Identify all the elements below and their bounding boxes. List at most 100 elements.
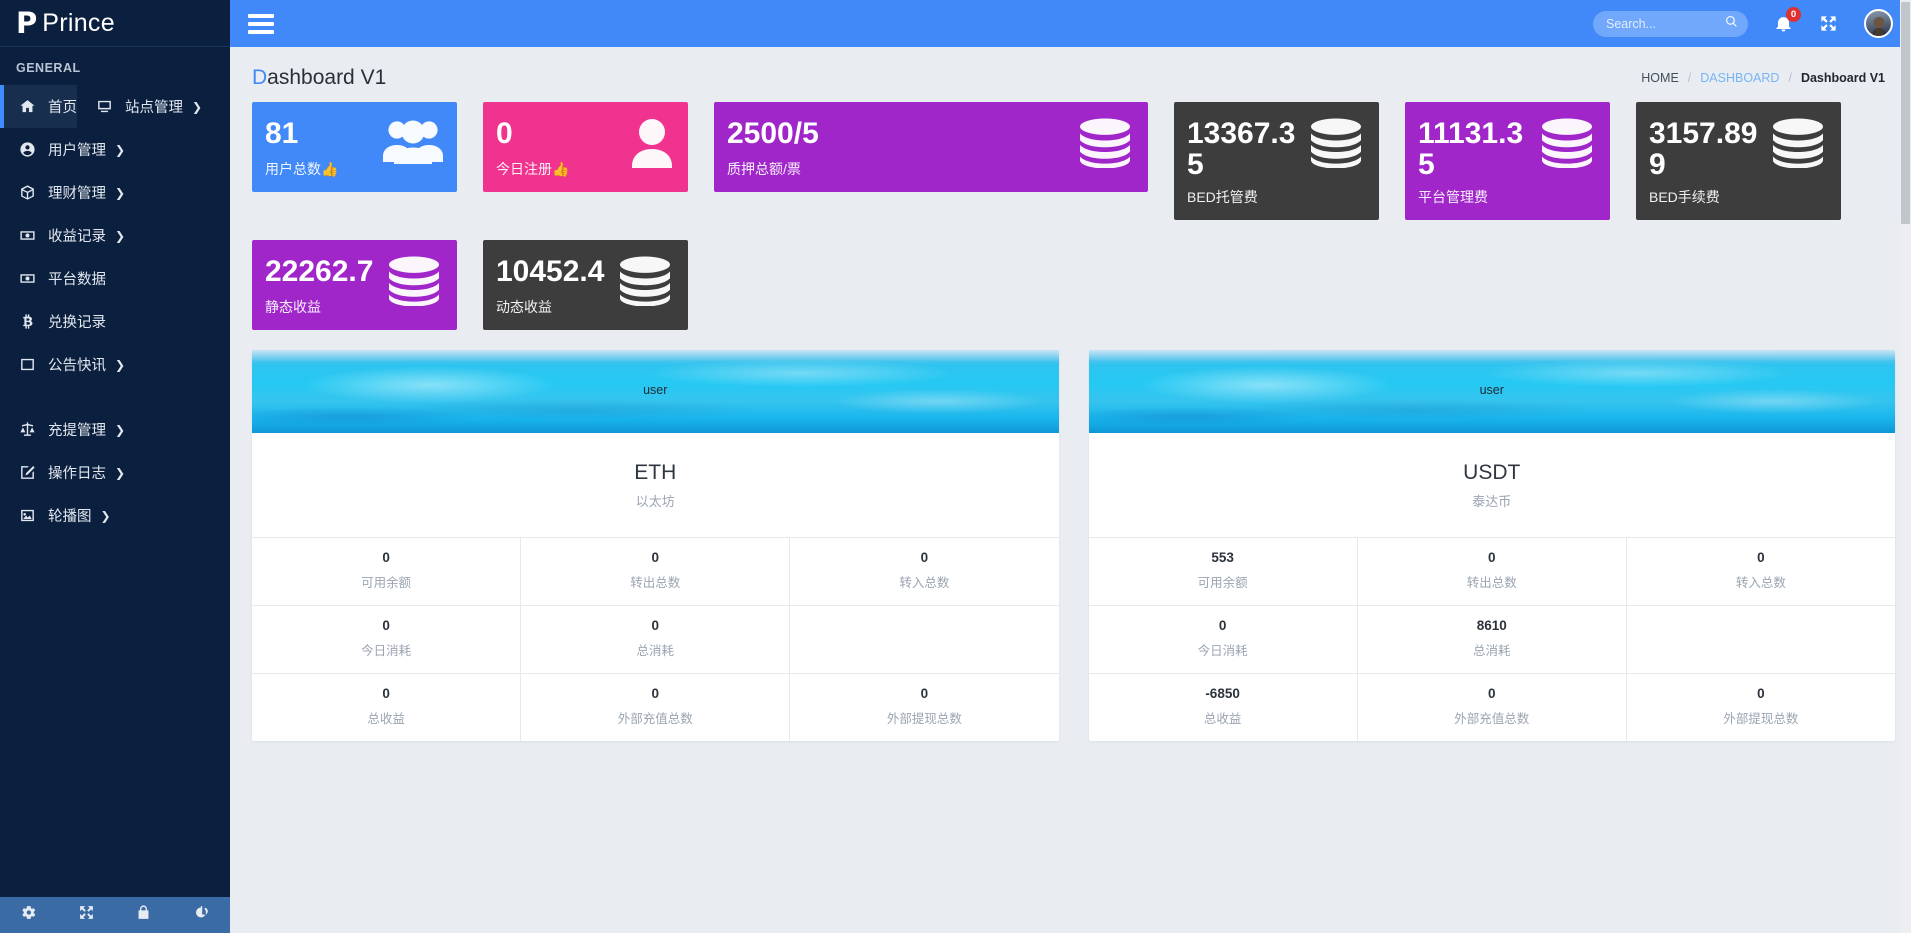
database-icon xyxy=(1538,118,1596,173)
stat-card-2[interactable]: 2500/5 质押总额/票 xyxy=(714,102,1148,192)
panel-banner-image: user xyxy=(252,349,1059,433)
stat-row-2: -6850 总收益 0 外部充值总数 0 外部提现总数 xyxy=(1088,672,1895,741)
stat-cell-value: 0 xyxy=(382,685,390,701)
page-scrollbar[interactable] xyxy=(1900,0,1911,933)
database-icon xyxy=(1769,118,1827,173)
sidebar-item-5[interactable]: 平台数据 xyxy=(0,257,230,300)
sidebar-item-3[interactable]: 理财管理 ❯ xyxy=(0,171,230,214)
expand-icon xyxy=(1821,16,1836,31)
stat-cell-value: 0 xyxy=(1218,617,1227,633)
sidebar-item-6[interactable]: 兑换记录 xyxy=(0,300,230,343)
chevron-right-icon: ❯ xyxy=(192,99,203,114)
stat-card-label: BED托管费 xyxy=(1187,188,1258,205)
scales-icon xyxy=(18,420,37,439)
search-icon[interactable] xyxy=(1725,15,1738,33)
stat-cell-label: 总收益 xyxy=(1203,711,1242,726)
sidebar-row: 充提管理 ❯ xyxy=(0,408,230,451)
sidebar-item-label: 首页 xyxy=(48,100,77,116)
chevron-right-icon: ❯ xyxy=(115,422,126,437)
sidebar-item-10[interactable]: 轮播图 ❯ xyxy=(0,494,230,537)
gear-icon[interactable] xyxy=(20,904,37,926)
notification-badge: 0 xyxy=(1786,7,1801,22)
stat-cell: 8610 总消耗 xyxy=(1358,605,1627,673)
monitor-icon xyxy=(95,97,114,116)
chevron-right-icon: ❯ xyxy=(115,465,126,480)
stat-cell: 0 转入总数 xyxy=(1627,538,1895,605)
page-content: Dashboard V1 HOME / DASHBOARD / Dashboar… xyxy=(230,47,1911,933)
stat-cell: 0 外部提现总数 xyxy=(1627,674,1895,741)
brand[interactable]: P Prince xyxy=(0,0,230,47)
sidebar-item-0[interactable]: 首页 xyxy=(0,85,77,128)
breadcrumb-dashboard[interactable]: DASHBOARD xyxy=(1700,71,1779,85)
panel-title: USDT 泰达币 xyxy=(1089,433,1896,537)
stat-row-0: 553 可用余额 0 转出总数 0 转入总数 xyxy=(1088,536,1895,605)
chevron-right-icon: ❯ xyxy=(115,228,126,243)
chevron-right-icon: ❯ xyxy=(115,142,126,157)
coin-symbol: ETH xyxy=(634,460,677,484)
stat-cell-value: 0 xyxy=(920,549,929,565)
chevron-right-icon: ❯ xyxy=(100,508,111,523)
expand-icon[interactable] xyxy=(78,904,95,926)
coin-panel-eth: user ETH 以太坊 0 可用余额 0 转出总数 0 转入总数 0 今日消耗 0 总消耗 0 总收益 0 外… xyxy=(252,349,1059,741)
stat-cell: 0 外部充值总数 xyxy=(1358,673,1627,741)
main-area: 0 Dashboard V1 HOME / DASHBOARD / Dashbo… xyxy=(230,0,1911,933)
power-icon[interactable] xyxy=(193,904,210,926)
sidebar-item-4[interactable]: 收益记录 ❯ xyxy=(0,214,230,257)
search-box[interactable] xyxy=(1593,10,1748,37)
sidebar-item-label: 轮播图 xyxy=(48,509,92,525)
search-input[interactable] xyxy=(1606,16,1725,31)
sidebar-item-8[interactable]: 充提管理 ❯ xyxy=(0,408,230,451)
page-title: Dashboard V1 xyxy=(252,66,386,90)
sidebar-item-label: 操作日志 xyxy=(48,466,106,482)
app-root: P Prince GENERAL 首页 站点管理 ❯ 用户管理 ❯ 理财管理 ❯ 收益记录 ❯ 平… xyxy=(0,0,1911,933)
breadcrumb: HOME / DASHBOARD / Dashboard V1 xyxy=(1641,71,1885,85)
stat-cell: 0 总消耗 xyxy=(521,605,791,673)
stat-cell-label: 外部提现总数 xyxy=(1723,711,1799,726)
page-scrollbar-thumb[interactable] xyxy=(1901,2,1910,224)
sidebar-item-7[interactable]: 公告快讯 ❯ xyxy=(0,343,230,386)
sidebar-footer xyxy=(0,897,230,933)
stat-card-1[interactable]: 0 今日注册👍 xyxy=(483,102,688,192)
sidebar-item-2[interactable]: 用户管理 ❯ xyxy=(0,128,230,171)
breadcrumb-separator: / xyxy=(1687,71,1692,85)
stat-cell-label: 转出总数 xyxy=(630,575,681,590)
stat-cell-label: 转出总数 xyxy=(1466,575,1517,590)
fullscreen-button[interactable] xyxy=(1819,14,1838,33)
stat-cell-label: 转入总数 xyxy=(1735,575,1786,590)
stat-card-7[interactable]: 10452.4 动态收益 xyxy=(483,239,688,330)
page-title-rest: ashboard V1 xyxy=(267,66,387,89)
sidebar-item-1[interactable]: 站点管理 ❯ xyxy=(77,85,202,128)
breadcrumb-home[interactable]: HOME xyxy=(1641,71,1679,85)
stat-card-grid: 81 用户总数👍 0 今日注册👍 2500/5 质押总额/票 13367.35 BED托管费 1… xyxy=(230,102,1911,350)
sidebar-item-label: 收益记录 xyxy=(48,229,106,245)
coin-panel-row: user ETH 以太坊 0 可用余额 0 转出总数 0 转入总数 0 今日消耗 0 总消耗 0 总收益 0 外… xyxy=(230,349,1911,741)
sidebar-row: 平台数据 xyxy=(0,257,230,300)
stat-card-5[interactable]: 3157.899 BED手续费 xyxy=(1636,102,1841,220)
stat-card-3[interactable]: 13367.35 BED托管费 xyxy=(1174,102,1379,220)
stat-cell: 0 外部提现总数 xyxy=(790,674,1058,741)
hamburger-icon[interactable] xyxy=(248,13,274,34)
avatar[interactable] xyxy=(1864,9,1893,38)
stat-cell: -6850 总收益 xyxy=(1089,673,1358,741)
person-icon xyxy=(630,118,674,173)
stat-cell-value: 0 xyxy=(1757,549,1765,565)
coin-name: 泰达币 xyxy=(1472,493,1512,509)
stat-card-0[interactable]: 81 用户总数👍 xyxy=(252,102,457,192)
sidebar-item-label: 理财管理 xyxy=(48,186,106,202)
sidebar-row: 操作日志 ❯ xyxy=(0,451,230,494)
stat-cell-label: 外部充值总数 xyxy=(1454,711,1530,726)
breadcrumb-separator: / xyxy=(1788,71,1792,85)
sidebar-item-label: 用户管理 xyxy=(48,143,106,159)
stat-card-6[interactable]: 22262.7 静态收益 xyxy=(252,239,457,330)
page-header: Dashboard V1 HOME / DASHBOARD / Dashboar… xyxy=(230,47,1911,102)
stat-cell-value: 0 xyxy=(651,685,660,701)
notifications-button[interactable]: 0 xyxy=(1774,7,1801,33)
lock-icon[interactable] xyxy=(135,904,152,926)
stat-cell: 0 转出总数 xyxy=(1358,537,1627,605)
stat-cell: 0 总收益 xyxy=(252,673,522,741)
stat-row-0: 0 可用余额 0 转出总数 0 转入总数 xyxy=(252,536,1059,605)
stat-card-label: 质押总额/票 xyxy=(727,161,801,177)
stat-card-label: 平台管理费 xyxy=(1418,188,1488,205)
sidebar-item-9[interactable]: 操作日志 ❯ xyxy=(0,451,230,494)
stat-card-4[interactable]: 11131.35 平台管理费 xyxy=(1405,102,1610,220)
